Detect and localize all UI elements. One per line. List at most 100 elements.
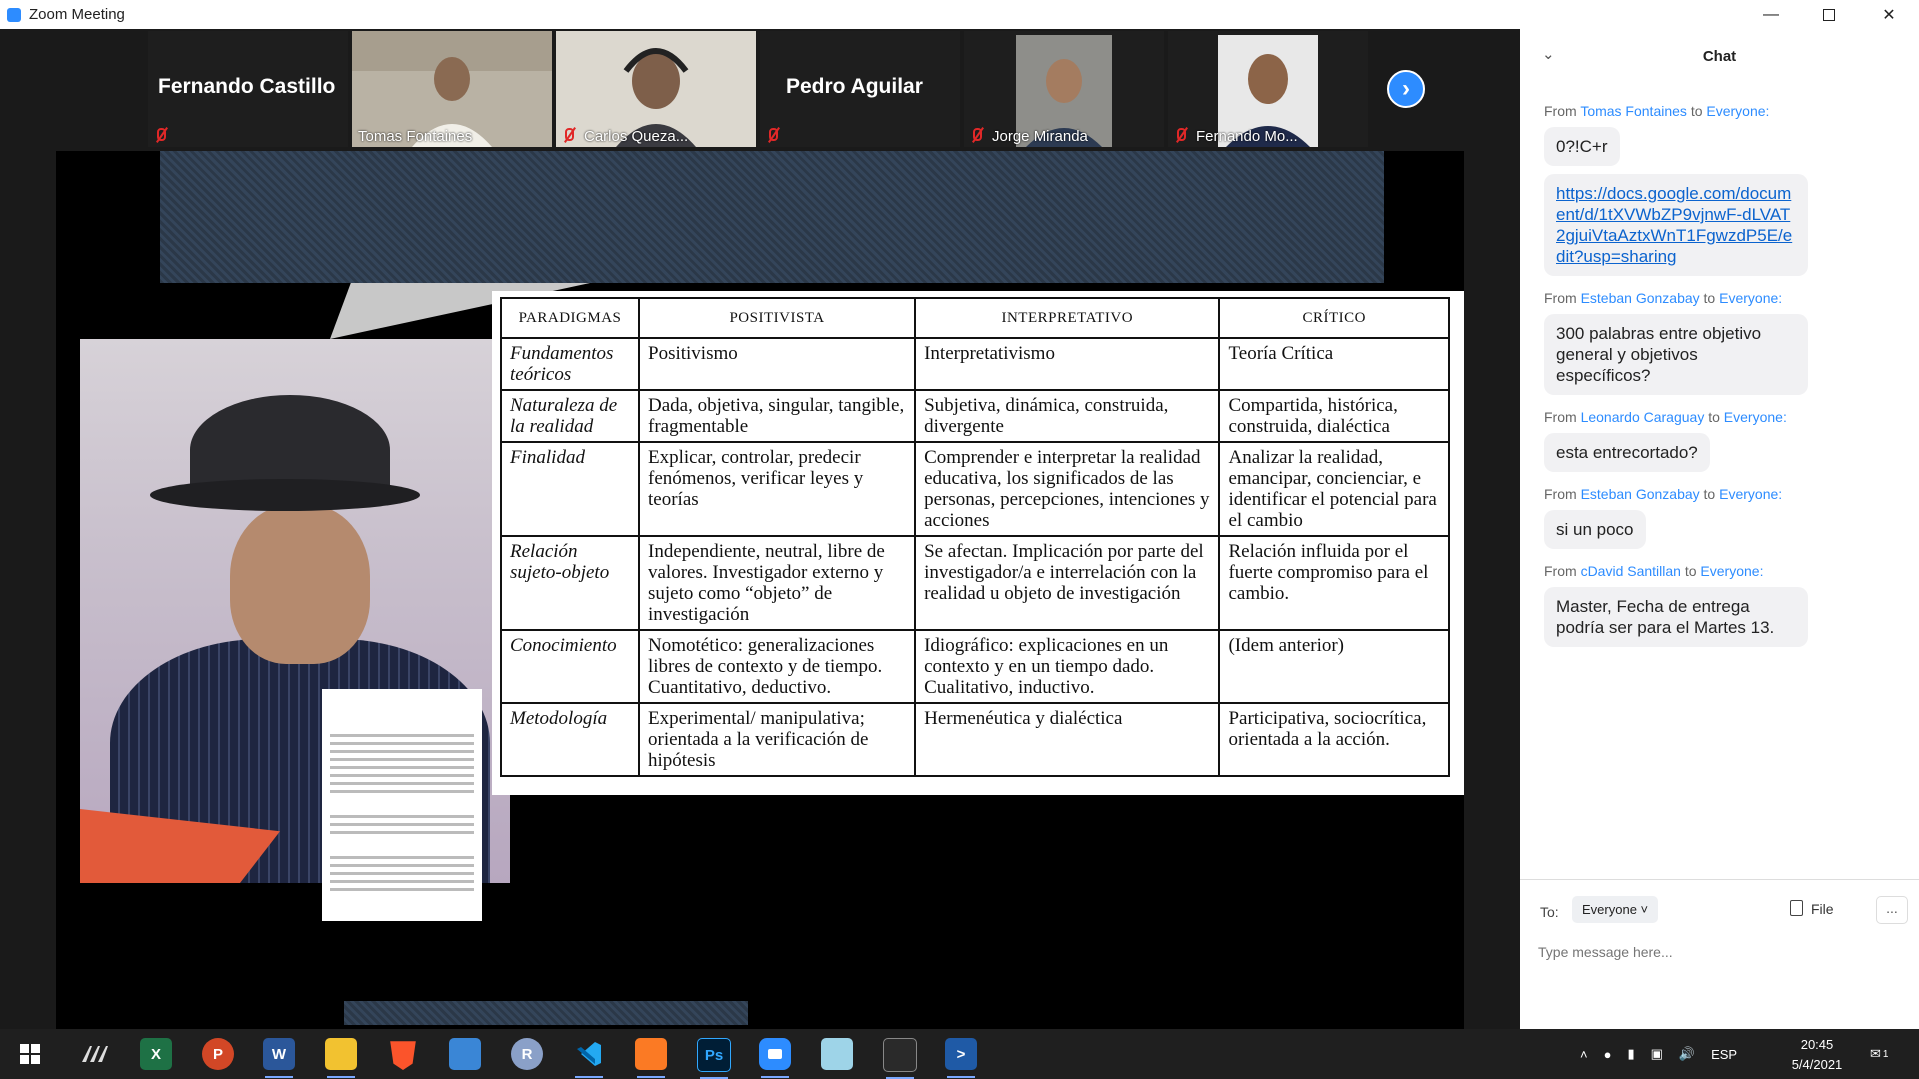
muted-mic-icon	[561, 127, 575, 143]
file-explorer-icon[interactable]	[325, 1038, 357, 1078]
row-label: Conocimiento	[500, 629, 640, 704]
battery-icon[interactable]: ▮	[1627, 1046, 1634, 1062]
table-cell: Analizar la realidad, emancipar, concien…	[1218, 441, 1450, 537]
restore-button[interactable]	[1806, 0, 1852, 29]
table-cell: Explicar, controlar, predecir fenómenos,…	[637, 441, 917, 537]
message-sender: From Leonardo Caraguay to Everyone:	[1544, 409, 1787, 425]
row-label: Naturaleza de la realidad	[500, 389, 640, 443]
table-cell: Idiográfico: explicaciones en un context…	[914, 629, 1221, 704]
volume-icon[interactable]: 🔊	[1679, 1046, 1695, 1062]
notification-count: 1	[1882, 1048, 1889, 1060]
chat-header: ⌄ Chat	[1520, 29, 1919, 79]
table-cell: Participativa, sociocrítica, orientada a…	[1218, 702, 1450, 777]
table-row: Metodología Experimental/ manipulativa; …	[500, 702, 1450, 777]
message-bubble: 0?!C+r	[1544, 127, 1620, 166]
excel-icon[interactable]: X	[140, 1038, 172, 1070]
control-panel-icon[interactable]	[449, 1038, 481, 1070]
shared-screen-overlay	[160, 151, 1384, 283]
participant-tile[interactable]: Fernando Castillo	[148, 31, 348, 147]
show-hidden-icons-icon[interactable]: ˄	[1580, 1047, 1588, 1062]
microphone-icon[interactable]: ●	[1604, 1047, 1612, 1062]
brave-icon[interactable]	[390, 1041, 416, 1070]
participant-tile[interactable]: Carlos Queza...	[556, 31, 756, 147]
participant-strip: Fernando Castillo Tomas Fontaines Carlos…	[148, 31, 1372, 147]
table-cell: Subjetiva, dinámica, construida, diverge…	[914, 389, 1221, 443]
participant-tile[interactable]: Fernando Mo...	[1168, 31, 1368, 147]
r-icon[interactable]: R	[511, 1038, 543, 1070]
table-cell: Independiente, neutral, libre de valores…	[637, 535, 917, 631]
vscode-icon[interactable]	[573, 1038, 605, 1078]
message-sender: From cDavid Santillan to Everyone:	[1544, 563, 1764, 579]
file-button[interactable]: File	[1790, 900, 1834, 917]
windows-start-icon[interactable]	[14, 1038, 46, 1070]
xampp-icon[interactable]	[635, 1038, 667, 1078]
language-indicator[interactable]: ESP	[1711, 1047, 1737, 1062]
participant-name: Pedro Aguilar	[786, 75, 923, 98]
chat-messages: From Tomas Fontaines to Everyone: 0?!C+r…	[1544, 89, 1914, 647]
network-icon[interactable]: ▣	[1651, 1046, 1663, 1062]
chat-title: Chat	[1702, 48, 1737, 65]
message-bubble: esta entrecortado?	[1544, 433, 1710, 472]
chat-panel: ⌄ Chat From Tomas Fontaines to Everyone:…	[1520, 29, 1919, 1029]
to-label: To:	[1540, 904, 1559, 920]
chat-compose: To: Everyone ˅ File ...	[1520, 879, 1919, 1030]
table-cell: Experimental/ manipulativa; orientada a …	[637, 702, 917, 777]
app-m-icon[interactable]	[78, 1038, 110, 1070]
participant-tile-active-speaker[interactable]: Tomas Fontaines	[352, 31, 552, 147]
terminal-icon[interactable]	[883, 1038, 917, 1079]
participant-tile[interactable]: Jorge Miranda	[964, 31, 1164, 147]
shared-screen-overlay	[344, 1001, 748, 1025]
row-label: Metodología	[500, 702, 640, 777]
message-sender: From Esteban Gonzabay to Everyone:	[1544, 486, 1783, 502]
message-bubble: si un poco	[1544, 510, 1646, 549]
message-sender: From Tomas Fontaines to Everyone:	[1544, 103, 1770, 119]
table-row: Relación sujeto-objeto Independiente, ne…	[500, 535, 1450, 631]
clock-date: 5/4/2021	[1791, 1057, 1843, 1072]
table-cell: Interpretativismo	[914, 337, 1221, 391]
table-row: Conocimiento Nomotético: generalizacione…	[500, 629, 1450, 704]
notifications-button[interactable]: ✉ 1	[1870, 1029, 1888, 1079]
notepad-icon[interactable]	[821, 1038, 853, 1070]
message-input[interactable]	[1536, 940, 1900, 964]
participant-name: Fernando Mo...	[1196, 128, 1298, 145]
zoom-icon[interactable]	[759, 1038, 791, 1078]
meeting-area: Fernando Castillo Tomas Fontaines Carlos…	[0, 29, 1520, 1031]
muted-mic-icon	[969, 127, 983, 143]
clock[interactable]: 20:45 5/4/2021	[1772, 1035, 1862, 1075]
muted-mic-icon	[153, 127, 167, 143]
message-bubble: 300 palabras entre objetivo general y ob…	[1544, 314, 1808, 395]
table-row: Finalidad Explicar, controlar, predecir …	[500, 441, 1450, 537]
minimize-button[interactable]: —	[1748, 0, 1794, 29]
close-button[interactable]: ✕	[1866, 0, 1912, 29]
participant-name: Carlos Queza...	[584, 128, 689, 145]
powershell-icon[interactable]: >	[945, 1038, 977, 1078]
recipient-dropdown[interactable]: Everyone ˅	[1572, 896, 1659, 923]
photoshop-icon[interactable]: Ps	[697, 1038, 731, 1079]
shared-screen: PARADIGMAS POSITIVISTA INTERPRETATIVO CR…	[56, 151, 1464, 1031]
row-label: Fundamentos teóricos	[500, 337, 640, 391]
system-tray: ˄ ● ▮ ▣ 🔊 ESP	[1580, 1029, 1737, 1079]
message-link[interactable]: https://docs.google.com/document/d/1tXVW…	[1556, 184, 1792, 266]
row-label: Relación sujeto-objeto	[500, 535, 640, 631]
muted-mic-icon	[765, 127, 779, 143]
muted-mic-icon	[1173, 127, 1187, 143]
next-participants-button[interactable]: ›	[1387, 70, 1425, 108]
chevron-down-icon: ˅	[1640, 902, 1649, 917]
message-bubble: Master, Fecha de entrega podría ser para…	[1544, 587, 1808, 647]
table-cell: Se afectan. Implicación por parte del in…	[914, 535, 1221, 631]
more-options-button[interactable]: ...	[1876, 896, 1908, 924]
word-icon[interactable]: W	[263, 1038, 295, 1078]
participant-name: Fernando Castillo	[158, 75, 336, 98]
message-sender: From Esteban Gonzabay to Everyone:	[1544, 290, 1783, 306]
participant-name: Jorge Miranda	[992, 128, 1088, 145]
table-cell: Dada, objetiva, singular, tangible, frag…	[637, 389, 917, 443]
table-header: CRÍTICO	[1218, 297, 1450, 339]
participant-tile[interactable]: Pedro Aguilar	[760, 31, 960, 147]
table-row: Fundamentos teóricos Positivismo Interpr…	[500, 337, 1450, 391]
powerpoint-icon[interactable]: P	[202, 1038, 234, 1070]
title-bar: Zoom Meeting — ✕	[0, 0, 1919, 29]
taskbar: X P W R Ps > ˄ ● ▮ ▣ 🔊 ESP 20:45 5/4/202…	[0, 1029, 1919, 1079]
file-icon	[1790, 900, 1803, 916]
table-cell: Compartida, histórica, construida, dialé…	[1218, 389, 1450, 443]
table-cell: Relación influida por el fuerte compromi…	[1218, 535, 1450, 631]
